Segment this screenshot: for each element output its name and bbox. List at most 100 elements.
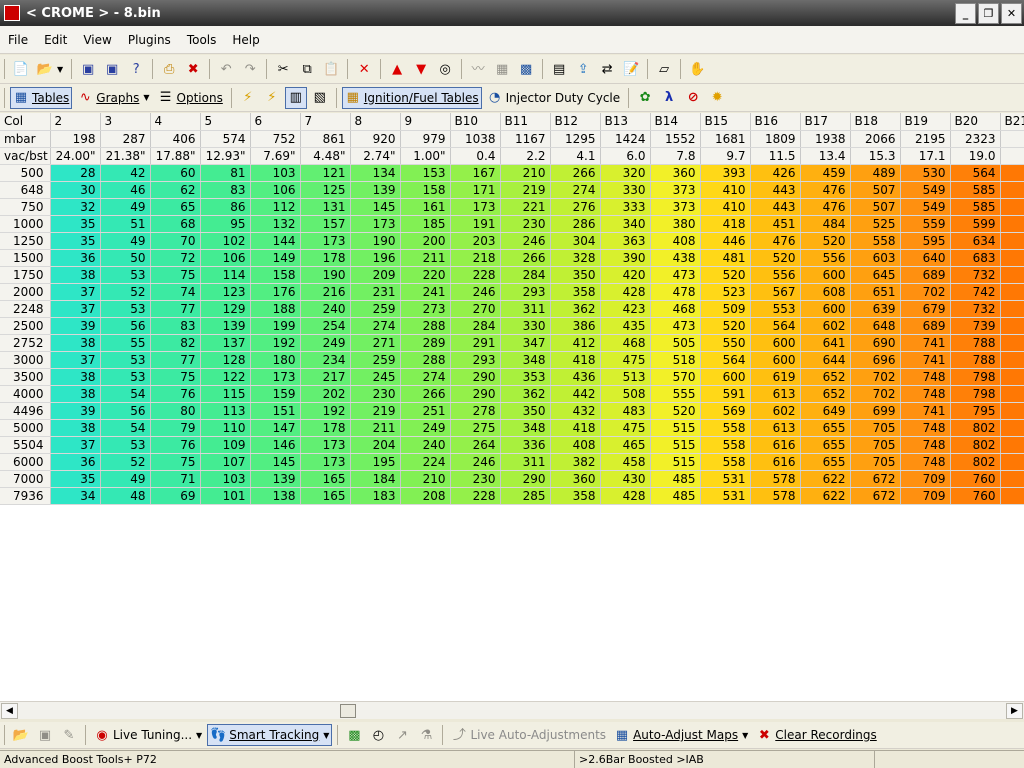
- edit-log-button[interactable]: ✎: [58, 724, 80, 746]
- vacbst-header-row-cell[interactable]: 2.74": [350, 147, 401, 165]
- table-cell[interactable]: 254: [300, 317, 351, 335]
- table-cell[interactable]: 114: [200, 266, 251, 284]
- table-cell[interactable]: 234: [300, 351, 351, 369]
- table-cell[interactable]: 393: [700, 164, 751, 182]
- table-cell[interactable]: 50: [100, 249, 151, 267]
- table-cell[interactable]: 798: [950, 385, 1001, 403]
- table-cell[interactable]: 672: [850, 487, 901, 505]
- table-cell[interactable]: 211: [350, 419, 401, 437]
- table-cell[interactable]: 53: [100, 436, 151, 454]
- table-cell[interactable]: 520: [700, 266, 751, 284]
- table-cell[interactable]: 520: [650, 402, 701, 420]
- table-cell[interactable]: 34: [50, 487, 101, 505]
- undo-button[interactable]: ↶: [215, 58, 237, 80]
- table-cell[interactable]: 347: [500, 334, 551, 352]
- table-cell[interactable]: 363: [600, 232, 651, 250]
- table-cell[interactable]: 123: [200, 283, 251, 301]
- tables-button[interactable]: ▦ Tables: [10, 86, 73, 109]
- paste-button[interactable]: 📋: [320, 58, 342, 80]
- table-cell[interactable]: 333: [600, 198, 651, 216]
- table-cell[interactable]: 249: [300, 334, 351, 352]
- table-cell[interactable]: 131: [300, 198, 351, 216]
- table-cell[interactable]: 75: [150, 368, 201, 386]
- table-cell[interactable]: 192: [300, 402, 351, 420]
- vacbst-header-row-cell[interactable]: 24.00": [50, 147, 101, 165]
- table-cell[interactable]: 49: [100, 232, 151, 250]
- table-cell[interactable]: 38: [50, 266, 101, 284]
- table-cell[interactable]: 408: [650, 232, 701, 250]
- map-trace-button[interactable]: ↗: [391, 724, 413, 746]
- table-cell[interactable]: 144: [250, 232, 301, 250]
- mbar-header-row-cell[interactable]: 406: [150, 130, 201, 148]
- table-cell[interactable]: 218: [450, 249, 501, 267]
- table-cell[interactable]: 65: [150, 198, 201, 216]
- mbar-header-row-cell[interactable]: 1938: [800, 130, 851, 148]
- copy-button[interactable]: ⧉: [296, 58, 318, 80]
- table-cell[interactable]: [1000, 351, 1024, 369]
- interpolate-button[interactable]: ▦: [491, 58, 513, 80]
- table-cell[interactable]: 129: [200, 300, 251, 318]
- rpm-row-header[interactable]: 1000: [0, 215, 51, 233]
- table-cell[interactable]: 259: [350, 351, 401, 369]
- table-cell[interactable]: 37: [50, 436, 101, 454]
- new-file-button[interactable]: 📄: [10, 58, 32, 80]
- table-cell[interactable]: 702: [900, 283, 951, 301]
- decrease-button[interactable]: ▼: [410, 58, 432, 80]
- redo-button[interactable]: ↷: [239, 58, 261, 80]
- table-cell[interactable]: 264: [450, 436, 501, 454]
- auto-adjust-maps-button[interactable]: ▦ Auto-Adjust Maps ▼: [611, 724, 751, 746]
- rpm-row-header[interactable]: 4000: [0, 385, 51, 403]
- table-cell[interactable]: 748: [900, 368, 951, 386]
- column-header-row-cell[interactable]: 5: [200, 113, 251, 131]
- table-cell[interactable]: 760: [950, 487, 1001, 505]
- menu-view[interactable]: View: [75, 33, 119, 47]
- table-cell[interactable]: 600: [700, 368, 751, 386]
- vacbst-header-row-cell[interactable]: 13.4: [800, 147, 851, 165]
- table-cell[interactable]: [1000, 368, 1024, 386]
- table-cell[interactable]: 293: [500, 283, 551, 301]
- table-cell[interactable]: [1000, 487, 1024, 505]
- table-cell[interactable]: 634: [950, 232, 1001, 250]
- table-cell[interactable]: 289: [400, 334, 451, 352]
- vacbst-header-row-cell[interactable]: 0.4: [450, 147, 501, 165]
- table-cell[interactable]: 139: [250, 470, 301, 488]
- table-cell[interactable]: 245: [350, 368, 401, 386]
- table-cell[interactable]: 209: [350, 266, 401, 284]
- table-cell[interactable]: 507: [850, 198, 901, 216]
- table-cell[interactable]: 569: [700, 402, 751, 420]
- table-cell[interactable]: 616: [750, 436, 801, 454]
- table-cell[interactable]: 795: [950, 402, 1001, 420]
- table-cell[interactable]: 145: [250, 453, 301, 471]
- table-cell[interactable]: [1000, 334, 1024, 352]
- table-cell[interactable]: 38: [50, 368, 101, 386]
- table-cell[interactable]: 360: [550, 470, 601, 488]
- table-cell[interactable]: 473: [650, 266, 701, 284]
- table-cell[interactable]: 435: [600, 317, 651, 335]
- table-cell[interactable]: 145: [350, 198, 401, 216]
- table-cell[interactable]: 689: [900, 317, 951, 335]
- table-cell[interactable]: 208: [400, 487, 451, 505]
- horizontal-scrollbar[interactable]: ◀ ▶: [0, 701, 1024, 719]
- close-button[interactable]: ✕: [1001, 2, 1022, 24]
- table-cell[interactable]: 436: [550, 368, 601, 386]
- table-cell[interactable]: 689: [900, 266, 951, 284]
- smooth-button[interactable]: 〰: [467, 58, 489, 80]
- table-cell[interactable]: 75: [150, 266, 201, 284]
- rpm-row-header[interactable]: 2000: [0, 283, 51, 301]
- table-cell[interactable]: 219: [350, 402, 401, 420]
- table-cell[interactable]: 211: [400, 249, 451, 267]
- column-header-row-cell[interactable]: B10: [450, 113, 501, 131]
- table-cell[interactable]: 38: [50, 419, 101, 437]
- table-cell[interactable]: 266: [400, 385, 451, 403]
- table-cell[interactable]: 328: [550, 249, 601, 267]
- table-cell[interactable]: 602: [800, 317, 851, 335]
- table-cell[interactable]: 274: [400, 368, 451, 386]
- table-cell[interactable]: 285: [500, 487, 551, 505]
- column-header-row-cell[interactable]: B13: [600, 113, 651, 131]
- table-cell[interactable]: 330: [600, 181, 651, 199]
- table-cell[interactable]: 741: [900, 402, 951, 420]
- table-cell[interactable]: 191: [450, 215, 501, 233]
- table-cell[interactable]: 556: [800, 249, 851, 267]
- table-cell[interactable]: 644: [800, 351, 851, 369]
- table-cell[interactable]: 102: [200, 232, 251, 250]
